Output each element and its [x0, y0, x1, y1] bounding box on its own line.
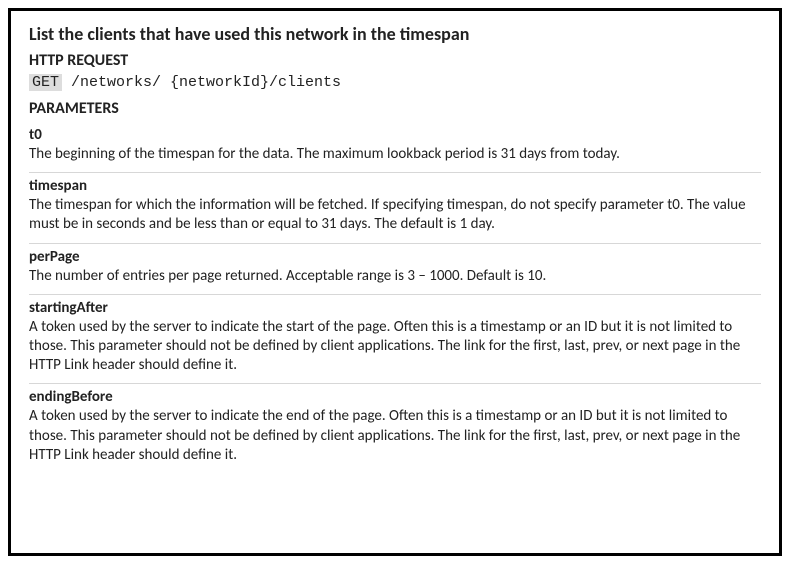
parameter-row: timespan The timespan for which the info… [29, 173, 761, 243]
http-path: /networks/ {networkId}/clients [62, 74, 341, 91]
parameter-name: timespan [29, 177, 761, 195]
parameter-row: t0 The beginning of the timespan for the… [29, 122, 761, 173]
parameter-name: endingBefore [29, 388, 761, 406]
parameter-description: The timespan for which the information w… [29, 196, 761, 234]
endpoint-title: List the clients that have used this net… [29, 23, 761, 45]
parameters-heading: PARAMETERS [29, 99, 761, 118]
parameter-description: A token used by the server to indicate t… [29, 407, 761, 465]
parameter-name: perPage [29, 248, 761, 266]
http-request-heading: HTTP REQUEST [29, 51, 761, 70]
parameter-row: endingBefore A token used by the server … [29, 384, 761, 465]
parameter-description: The number of entries per page returned.… [29, 267, 761, 286]
parameter-row: perPage The number of entries per page r… [29, 244, 761, 295]
parameter-description: A token used by the server to indicate t… [29, 318, 761, 376]
http-method-badge: GET [29, 74, 62, 91]
http-request-line: GET /networks/ {networkId}/clients [29, 74, 761, 91]
parameter-row: startingAfter A token used by the server… [29, 295, 761, 385]
api-doc-frame: List the clients that have used this net… [8, 8, 782, 556]
parameter-name: t0 [29, 126, 761, 144]
parameter-name: startingAfter [29, 299, 761, 317]
parameter-description: The beginning of the timespan for the da… [29, 145, 761, 164]
